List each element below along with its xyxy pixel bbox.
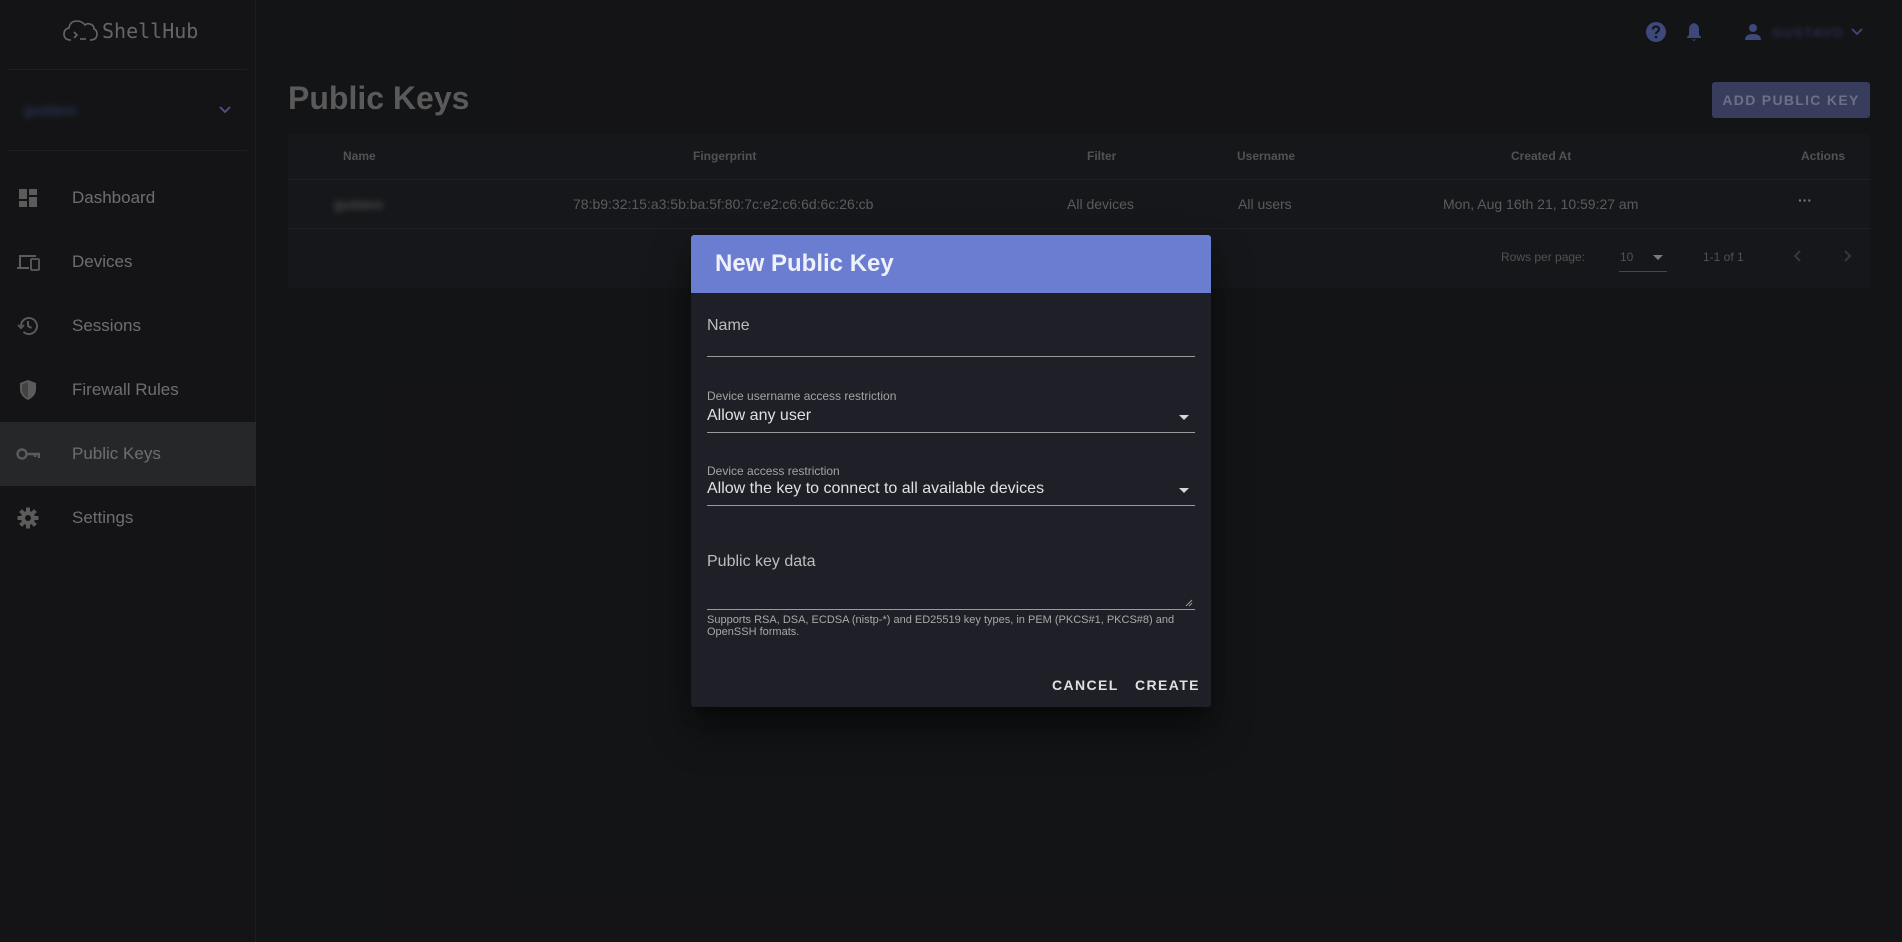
field-underline xyxy=(707,609,1195,610)
device-restriction-value: Allow the key to connect to all availabl… xyxy=(707,480,1045,497)
public-key-hint: Supports RSA, DSA, ECDSA (nistp-*) and E… xyxy=(707,614,1175,638)
device-restriction-label: Device access restriction xyxy=(707,464,840,478)
public-key-data-textarea[interactable]: Public key data xyxy=(707,553,1195,613)
new-public-key-dialog: New Public Key Name Device username acce… xyxy=(691,235,1211,707)
username-restriction-select[interactable]: Device username access restriction Allow… xyxy=(707,389,1195,441)
username-restriction-value: Allow any user xyxy=(707,407,812,424)
device-restriction-select[interactable]: Device access restriction Allow the key … xyxy=(707,464,1195,516)
name-field-label: Name xyxy=(707,317,750,334)
username-restriction-label: Device username access restriction xyxy=(707,389,897,403)
dialog-title: New Public Key xyxy=(691,235,1211,293)
field-underline xyxy=(707,432,1195,433)
caret-down-icon xyxy=(1179,488,1189,493)
field-underline xyxy=(707,505,1195,506)
name-field[interactable]: Name xyxy=(707,307,1195,357)
public-key-data-label: Public key data xyxy=(707,553,816,570)
field-underline xyxy=(707,356,1195,357)
create-button[interactable]: CREATE xyxy=(1127,667,1208,703)
resize-handle-icon[interactable] xyxy=(1185,599,1193,607)
cancel-button[interactable]: CANCEL xyxy=(1044,667,1127,703)
caret-down-icon xyxy=(1179,415,1189,420)
